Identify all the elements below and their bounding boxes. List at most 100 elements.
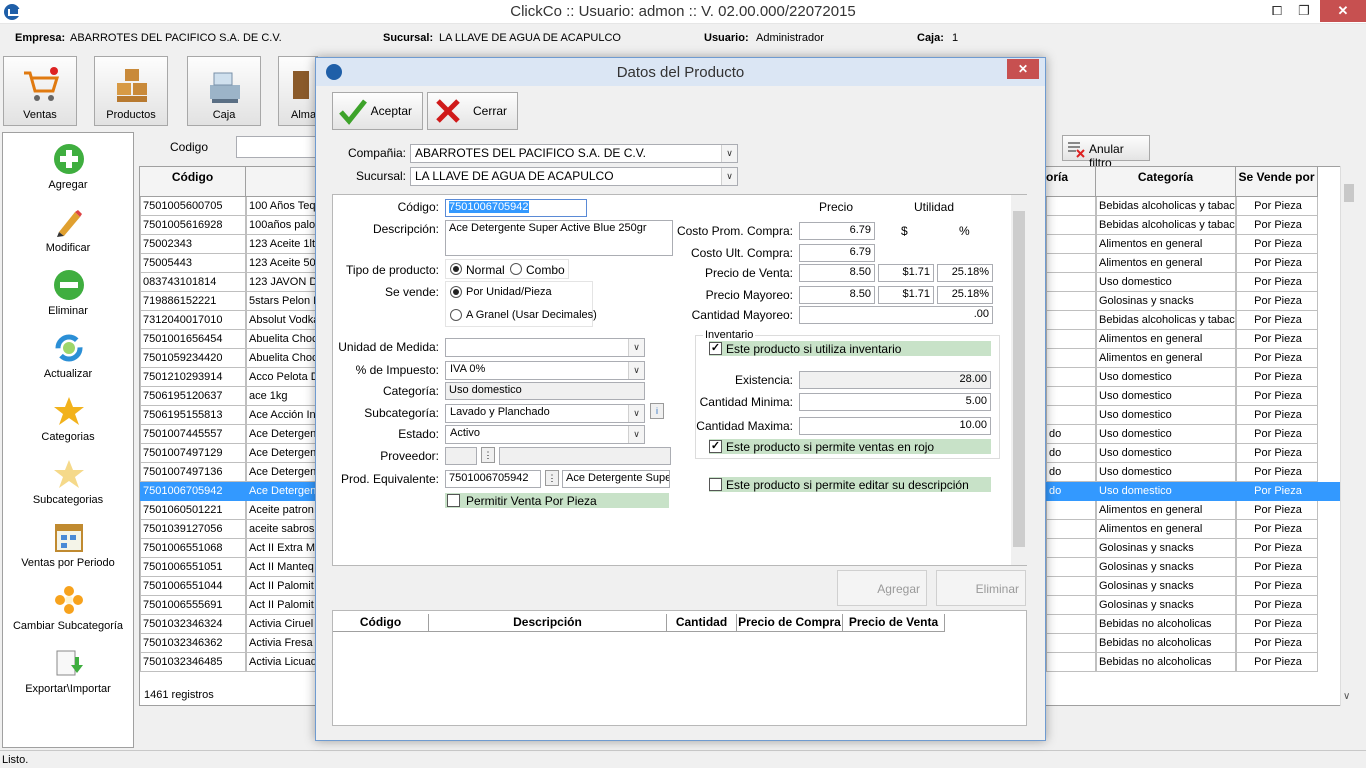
compania-select[interactable]: ABARROTES DEL PACIFICO S.A. DE C.V. ∨ bbox=[410, 144, 738, 163]
close-button[interactable]: ✕ bbox=[1320, 0, 1366, 22]
maximize-button[interactable]: ❐ bbox=[1287, 0, 1321, 22]
detail-header-cantidad[interactable]: Cantidad bbox=[667, 614, 737, 632]
cell-vende: Por Pieza bbox=[1236, 311, 1318, 330]
caja-button[interactable]: Caja bbox=[187, 56, 261, 126]
tipo-combo-label: Combo bbox=[526, 263, 565, 277]
sidebar-item-actualizar[interactable]: Actualizar bbox=[3, 332, 133, 394]
column-header-categoria-partial[interactable]: oría bbox=[1046, 167, 1096, 197]
scroll-down-icon[interactable]: ∨ bbox=[1343, 691, 1350, 702]
subcategoria-value: Lavado y Planchado bbox=[450, 406, 550, 418]
sidebar-item-eliminar[interactable]: Eliminar bbox=[3, 269, 133, 331]
detail-header-codigo[interactable]: Código bbox=[333, 614, 429, 632]
aceptar-button[interactable]: Aceptar bbox=[332, 92, 423, 130]
equivalente-code-input[interactable]: 7501006705942 bbox=[445, 470, 541, 488]
column-header-codigo[interactable]: Código bbox=[140, 167, 246, 197]
impuesto-select[interactable]: IVA 0% ∨ bbox=[445, 361, 645, 380]
equivalente-search-icon[interactable]: ⋮ bbox=[545, 470, 559, 486]
cell-codigo: 7501001656454 bbox=[140, 330, 246, 349]
precio-mayoreo-input[interactable]: 8.50 bbox=[799, 286, 875, 304]
usa-inventario-checkbox[interactable]: ✓ bbox=[709, 342, 722, 355]
cell-codigo: 7501005616928 bbox=[140, 216, 246, 235]
venta-pieza-checkbox[interactable] bbox=[447, 494, 460, 507]
precio-mayoreo-utilidad[interactable]: $1.71 bbox=[878, 286, 934, 304]
sidebar-item-subcategorias[interactable]: Subcategorias bbox=[3, 458, 133, 520]
scroll-thumb[interactable] bbox=[1344, 184, 1354, 202]
vende-granel-radio[interactable] bbox=[450, 309, 462, 321]
agregar-button[interactable]: Agregar bbox=[837, 570, 927, 606]
column-header-vende[interactable]: Se Vende por bbox=[1236, 167, 1318, 197]
cell-desc: Ace Detergent bbox=[246, 482, 316, 501]
cantidad-minima-input[interactable]: 5.00 bbox=[799, 393, 991, 411]
productos-button[interactable]: Productos bbox=[94, 56, 168, 126]
cell-cat: Alimentos en general bbox=[1096, 330, 1236, 349]
precio-venta-input[interactable]: 8.50 bbox=[799, 264, 875, 282]
cell-cat: Uso domestico bbox=[1096, 273, 1236, 292]
cell-vende: Por Pieza bbox=[1236, 615, 1318, 634]
detail-header-descripcion[interactable]: Descripción bbox=[429, 614, 667, 632]
tipo-producto-label: Tipo de producto: bbox=[346, 263, 439, 277]
sidebar-item-cambiar-subcategoria[interactable]: Cambiar Subcategoría bbox=[3, 584, 133, 646]
grid-scrollbar[interactable]: ∨ bbox=[1340, 166, 1356, 706]
cantidad-maxima-input[interactable]: 10.00 bbox=[799, 417, 991, 435]
codigo-input[interactable]: 7501006705942 bbox=[445, 199, 587, 217]
cantidad-maxima-label: Cantidad Maxima: bbox=[696, 419, 793, 433]
subcategoria-info-icon[interactable]: i bbox=[650, 403, 664, 419]
precio-venta-porcentaje[interactable]: 25.18% bbox=[937, 264, 993, 282]
cell-mid bbox=[1046, 406, 1096, 425]
almacen-button[interactable]: Alma bbox=[278, 56, 318, 126]
vende-unidad-radio[interactable] bbox=[450, 286, 462, 298]
impuesto-label: % de Impuesto: bbox=[355, 363, 439, 377]
ventas-label: Ventas bbox=[23, 109, 57, 121]
panel-scrollbar[interactable] bbox=[1011, 195, 1027, 565]
ventas-button[interactable]: Ventas bbox=[3, 56, 77, 126]
cell-cat: Golosinas y snacks bbox=[1096, 596, 1236, 615]
editar-desc-checkbox[interactable] bbox=[709, 478, 722, 491]
sidebar-item-modificar[interactable]: Modificar bbox=[3, 206, 133, 268]
column-header-descripcion[interactable] bbox=[246, 167, 316, 197]
dialog-close-button[interactable]: ✕ bbox=[1007, 59, 1039, 79]
precio-venta-utilidad[interactable]: $1.71 bbox=[878, 264, 934, 282]
sucursal-select[interactable]: LA LLAVE DE AGUA DE ACAPULCO ∨ bbox=[410, 167, 738, 186]
detail-header-precio-venta[interactable]: Precio de Venta bbox=[843, 614, 945, 632]
cerrar-button[interactable]: Cerrar bbox=[427, 92, 518, 130]
cell-vende: Por Pieza bbox=[1236, 539, 1318, 558]
chevron-down-icon: ∨ bbox=[628, 339, 644, 356]
sidebar-label: Actualizar bbox=[43, 368, 93, 380]
codigo-filter-input[interactable] bbox=[236, 136, 316, 158]
panel-scroll-thumb[interactable] bbox=[1013, 211, 1025, 547]
sidebar-label: Categorias bbox=[41, 431, 95, 443]
vende-unidad-label: Por Unidad/Pieza bbox=[466, 286, 552, 298]
eliminar-button[interactable]: Eliminar bbox=[936, 570, 1026, 606]
cantidad-mayoreo-input[interactable]: .00 bbox=[799, 306, 993, 324]
descripcion-input[interactable]: Ace Detergente Super Active Blue 250gr bbox=[445, 220, 673, 256]
sidebar-item-ventas-periodo[interactable]: Ventas por Periodo bbox=[3, 521, 133, 583]
anular-filtro-button[interactable]: Anular filtro bbox=[1062, 135, 1150, 170]
proveedor-search-icon[interactable]: ⋮ bbox=[481, 447, 495, 463]
column-header-categoria[interactable]: Categoría bbox=[1096, 167, 1236, 197]
ventas-rojo-checkbox[interactable]: ✓ bbox=[709, 440, 722, 453]
unidad-medida-select[interactable]: ∨ bbox=[445, 338, 645, 357]
tipo-normal-radio[interactable] bbox=[450, 263, 462, 275]
cell-desc: Act II Palomit bbox=[246, 577, 316, 596]
cell-desc: Abuelita Choc bbox=[246, 330, 316, 349]
costo-ult-input[interactable]: 6.79 bbox=[799, 244, 875, 262]
cell-desc: Ace Detergent bbox=[246, 425, 316, 444]
record-count: 1461 registros bbox=[144, 689, 214, 701]
cell-mid bbox=[1046, 596, 1096, 615]
estado-select[interactable]: Activo ∨ bbox=[445, 425, 645, 444]
costo-prom-input[interactable]: 6.79 bbox=[799, 222, 875, 240]
cell-cat: Golosinas y snacks bbox=[1096, 292, 1236, 311]
precio-mayoreo-porcentaje[interactable]: 25.18% bbox=[937, 286, 993, 304]
sidebar-item-exportar[interactable]: Exportar\Importar bbox=[3, 647, 133, 709]
subcategoria-select[interactable]: Lavado y Planchado ∨ bbox=[445, 404, 645, 423]
sidebar-item-categorias[interactable]: Categorias bbox=[3, 395, 133, 457]
cell-desc: ace 1kg bbox=[246, 387, 316, 406]
sidebar-item-agregar[interactable]: Agregar bbox=[3, 143, 133, 205]
proveedor-code-input[interactable] bbox=[445, 447, 477, 465]
detail-header-precio-compra[interactable]: Precio de Compra bbox=[737, 614, 843, 632]
tipo-combo-radio[interactable] bbox=[510, 263, 522, 275]
caja-value: 1 bbox=[952, 32, 959, 44]
codigo-value: 7501006705942 bbox=[449, 201, 529, 213]
cell-vende: Por Pieza bbox=[1236, 387, 1318, 406]
chevron-down-icon: ∨ bbox=[628, 426, 644, 443]
